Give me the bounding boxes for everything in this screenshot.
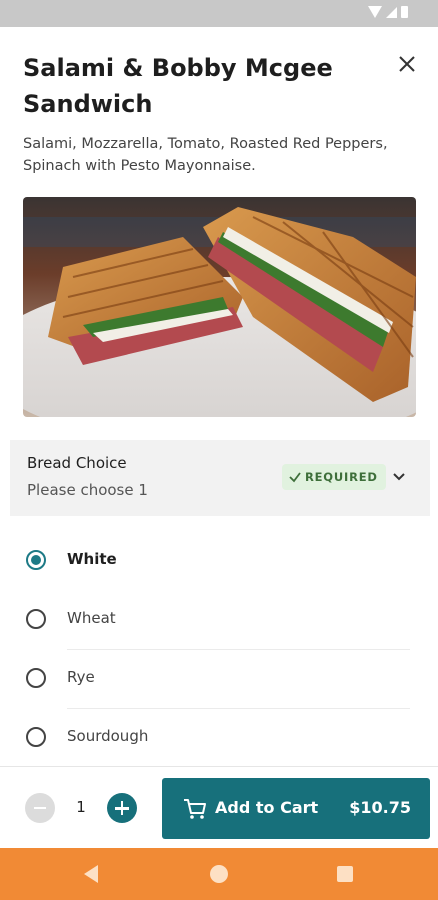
required-badge: REQUIRED bbox=[282, 464, 386, 490]
item-description: Salami, Mozzarella, Tomato, Roasted Red … bbox=[23, 136, 388, 174]
bread-option-rye[interactable]: Rye bbox=[0, 650, 438, 709]
option-label: Rye bbox=[67, 668, 95, 686]
bread-choice-header[interactable]: Bread Choice Please choose 1 REQUIRED bbox=[10, 440, 430, 516]
signal-icon bbox=[386, 6, 397, 18]
option-label: Sourdough bbox=[67, 727, 149, 745]
battery-icon bbox=[401, 6, 408, 18]
option-label: White bbox=[67, 550, 117, 568]
cart-icon bbox=[184, 799, 206, 819]
radio-button[interactable] bbox=[26, 727, 46, 747]
close-button[interactable] bbox=[394, 51, 420, 77]
bread-option-wheat[interactable]: Wheat bbox=[0, 591, 438, 650]
add-to-cart-label: Add to Cart bbox=[215, 798, 319, 817]
quantity-decrease-button[interactable] bbox=[25, 793, 55, 823]
item-photo bbox=[23, 197, 416, 417]
system-nav-bar bbox=[0, 848, 438, 900]
wifi-icon bbox=[368, 6, 382, 18]
add-to-cart-button[interactable]: Add to Cart $10.75 bbox=[162, 778, 430, 839]
bread-option-sourdough[interactable]: Sourdough bbox=[0, 709, 438, 768]
status-bar bbox=[0, 0, 438, 27]
bread-choice-subtitle: Please choose 1 bbox=[27, 481, 148, 499]
back-icon[interactable] bbox=[84, 865, 98, 883]
quantity-increase-button[interactable] bbox=[107, 793, 137, 823]
home-icon[interactable] bbox=[210, 865, 228, 883]
bread-option-white[interactable]: White bbox=[0, 532, 438, 591]
radio-button[interactable] bbox=[26, 668, 46, 688]
required-badge-label: REQUIRED bbox=[305, 470, 378, 484]
recents-icon[interactable] bbox=[337, 866, 353, 882]
check-icon bbox=[289, 472, 301, 483]
item-title: Salami & Bobby Mcgee Sandwich bbox=[23, 54, 333, 118]
chevron-down-icon[interactable] bbox=[388, 466, 410, 488]
radio-button[interactable] bbox=[26, 609, 46, 629]
cart-bar: 1 Add to Cart $10.75 bbox=[0, 766, 438, 849]
cart-price: $10.75 bbox=[349, 798, 411, 817]
radio-button-selected[interactable] bbox=[26, 550, 46, 570]
close-icon[interactable] bbox=[394, 51, 420, 77]
bread-choice-title: Bread Choice bbox=[27, 454, 127, 472]
status-icons bbox=[368, 6, 408, 18]
option-label: Wheat bbox=[67, 609, 116, 627]
quantity-value: 1 bbox=[76, 798, 86, 816]
